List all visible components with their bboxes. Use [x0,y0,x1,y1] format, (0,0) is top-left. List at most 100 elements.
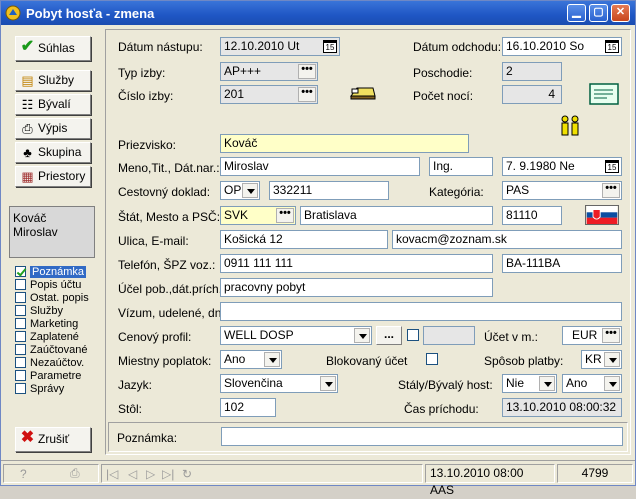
checklist-item[interactable]: Zaúčtované [15,344,87,357]
close-button[interactable]: ✕ [611,4,630,22]
vypis-button[interactable]: ⎙ Výpis [15,118,91,139]
email-input[interactable]: kovacm@zoznam.sk [392,230,622,249]
chevron-down-icon[interactable] [264,352,280,367]
doklad-typ-select[interactable]: OP [220,181,260,200]
poplatok-select[interactable]: Ano [220,350,282,369]
checklist-item[interactable]: Zaplatené [15,331,79,344]
calendar-icon[interactable]: 15 [605,40,619,53]
checklist-item[interactable]: Nezaúčtov. [15,357,84,370]
checkbox[interactable] [15,357,26,368]
datum-odchodu-field[interactable]: 16.10.2010 So 15 [502,37,622,56]
doklad-label: Cestovný doklad: [118,185,211,199]
zrusit-button[interactable]: ✖ Zrušiť [15,427,91,452]
chevron-down-icon[interactable] [539,376,555,391]
stat-field[interactable]: SVK ••• [220,206,296,225]
typ-izby-field[interactable]: AP+++ ••• [220,62,318,81]
ellipsis-icon[interactable]: ••• [602,183,620,198]
checkbox[interactable] [15,266,26,277]
title-bar[interactable]: Pobyt hosťa - zmena ▁ ▢ ✕ [1,1,635,25]
maximize-button[interactable]: ▢ [589,4,608,22]
chevron-down-icon[interactable] [604,352,620,367]
stol-input[interactable]: 102 [220,398,276,417]
bed-icon[interactable] [349,82,377,104]
cislo-izby-field[interactable]: 201 ••• [220,85,318,104]
priestory-button[interactable]: ▦ Priestory [15,166,91,187]
refresh-icon[interactable]: ↻ [182,466,192,483]
status-bar: ? ⎙ |◁ ◁ ▷ ▷| ↻ 13.10.2010 08:00 AAS 479… [1,460,635,497]
checkbox[interactable] [15,344,26,355]
priezvisko-input[interactable]: Kováč [220,134,469,153]
calendar-icon[interactable]: 15 [323,40,337,53]
ellipsis-icon[interactable]: ••• [298,64,316,79]
mesto-input[interactable]: Bratislava [300,206,493,225]
spz-input[interactable]: BA-111BA [502,254,622,273]
sluzby-button[interactable]: ▤ Služby [15,70,91,91]
cenovy-profil-checkbox[interactable] [407,329,419,341]
skupina-button[interactable]: ♣ Skupina [15,142,91,163]
checkbox[interactable] [15,370,26,381]
checklist-item[interactable]: Popis účtu [15,279,81,292]
prev-record-icon[interactable]: ◁ [128,466,137,483]
checklist-label: Ostat. popis [30,292,89,304]
status-datetime-user: 13.10.2010 08:00 AAS [425,464,555,497]
chevron-down-icon[interactable] [320,376,336,391]
jazyk-select[interactable]: Slovenčina [220,374,338,393]
print-icon[interactable]: ⎙ [70,465,80,482]
typ-izby-label: Typ izby: [118,66,166,80]
checkbox[interactable] [15,279,26,290]
vizum-label: Vízum, udelené, dni: [118,306,228,320]
titul-input[interactable]: Ing. [429,157,493,176]
ellipsis-icon[interactable]: ••• [276,208,294,223]
guests-icon[interactable] [558,114,582,138]
datum-narodenia-input[interactable]: 7. 9.1980 Ne 15 [502,157,622,176]
ucel-input[interactable]: pracovny pobyt [220,278,493,297]
doklad-cislo-input[interactable]: 332211 [269,181,389,200]
vizum-input[interactable] [220,302,622,321]
ulica-input[interactable]: Košická 12 [220,230,388,249]
datum-nastupu-field[interactable]: 12.10.2010 Ut 15 [220,37,340,56]
checklist-item[interactable]: Služby [15,305,63,318]
pocet-noci-field: 4 [502,85,562,104]
checklist-item[interactable]: Parametre [15,370,81,383]
checkbox[interactable] [15,331,26,342]
minimize-button[interactable]: ▁ [567,4,586,22]
checklist-item[interactable]: Ostat. popis [15,292,89,305]
ucet-field[interactable]: EUR ••• [562,326,622,345]
checkmark-icon: ✔ [20,38,35,55]
chevron-down-icon[interactable] [354,328,370,343]
byvaly-select[interactable]: Ano [562,374,622,393]
checkbox[interactable] [15,318,26,329]
ellipsis-icon[interactable]: ••• [602,328,620,343]
suhlas-button[interactable]: ✔ Súhlas [15,36,91,61]
meno-input[interactable]: Miroslav [220,157,420,176]
calendar-icon[interactable]: 15 [605,160,619,173]
checklist-item[interactable]: Poznámka [15,266,86,279]
poznamka-input[interactable] [221,427,623,446]
cenovy-profil-select[interactable]: WELL DOSP [220,326,372,345]
staly-select[interactable]: Nie [502,374,557,393]
kategoria-field[interactable]: PAS ••• [502,181,622,200]
document-icon[interactable] [589,82,619,106]
checkbox[interactable] [15,305,26,316]
telefon-input[interactable]: 0911 111 111 [220,254,493,273]
last-record-icon[interactable]: ▷| [162,466,174,483]
ellipsis-icon[interactable]: ••• [298,87,316,102]
datum-odchodu-label: Dátum odchodu: [413,40,502,54]
first-record-icon[interactable]: |◁ [106,466,118,483]
help-icon[interactable]: ? [20,466,27,483]
checkbox[interactable] [15,292,26,303]
checklist-item[interactable]: Správy [15,383,64,396]
chevron-down-icon[interactable] [242,183,258,198]
byvali-button[interactable]: ☷ Bývalí [15,94,91,115]
psc-input[interactable]: 81110 [502,206,562,225]
pocet-noci-label: Počet nocí: [413,89,474,103]
sposob-platby-select[interactable]: KR [581,350,622,369]
guest-name: Kováč Miroslav [13,211,58,239]
checkbox[interactable] [15,383,26,394]
next-record-icon[interactable]: ▷ [146,466,155,483]
blokovany-checkbox[interactable] [426,353,438,365]
checklist-item[interactable]: Marketing [15,318,78,331]
cenovy-profil-more-button[interactable]: ... [376,326,402,345]
chevron-down-icon[interactable] [604,376,620,391]
priezvisko-label: Priezvisko: [118,138,177,152]
